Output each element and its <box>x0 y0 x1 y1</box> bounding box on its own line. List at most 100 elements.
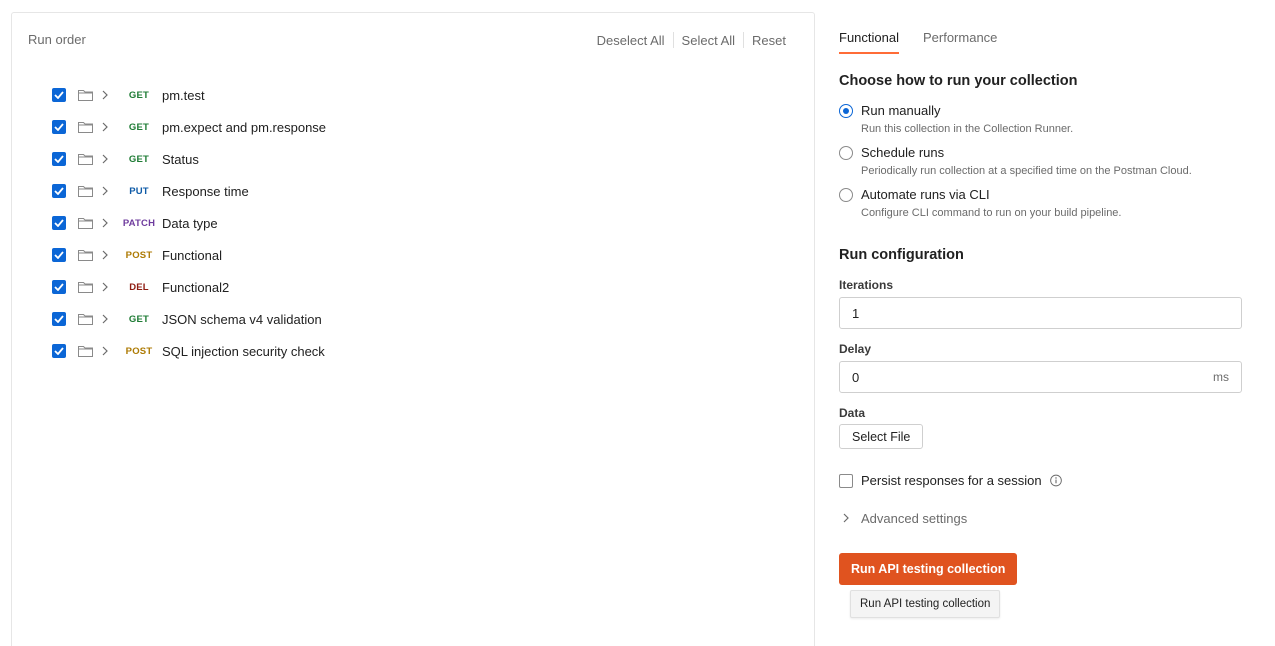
select-all-button[interactable]: Select All <box>674 33 743 48</box>
check-icon <box>54 91 64 99</box>
request-checkbox[interactable] <box>52 344 66 358</box>
request-row[interactable]: POST SQL injection security check <box>52 335 326 367</box>
request-name: pm.test <box>162 87 205 103</box>
persist-responses-label: Persist responses for a session <box>861 473 1042 488</box>
request-row[interactable]: GET JSON schema v4 validation <box>52 303 326 335</box>
check-icon <box>54 347 64 355</box>
request-checkbox[interactable] <box>52 88 66 102</box>
folder-icon <box>78 88 94 102</box>
request-name: Data type <box>162 215 218 231</box>
folder-icon <box>78 344 94 358</box>
request-row[interactable]: DEL Functional2 <box>52 271 326 303</box>
tab-functional[interactable]: Functional <box>839 30 899 54</box>
request-list: GET pm.test GET pm.expect and pm.respons… <box>52 79 326 367</box>
info-icon[interactable] <box>1049 474 1062 487</box>
chevron-right-icon[interactable] <box>102 344 112 358</box>
request-row[interactable]: GET pm.test <box>52 79 326 111</box>
reset-button[interactable]: Reset <box>744 33 794 48</box>
check-icon <box>54 187 64 195</box>
schedule-runs-radio[interactable] <box>839 146 853 160</box>
request-checkbox[interactable] <box>52 184 66 198</box>
request-name: SQL injection security check <box>162 343 325 359</box>
persist-responses-option[interactable]: Persist responses for a session <box>839 473 1062 488</box>
request-row[interactable]: PATCH Data type <box>52 207 326 239</box>
request-name: Response time <box>162 183 249 199</box>
automate-cli-label: Automate runs via CLI <box>861 187 990 202</box>
run-configuration-title: Run configuration <box>839 247 964 263</box>
schedule-runs-description: Periodically run collection at a specifi… <box>861 165 1192 177</box>
automate-cli-radio[interactable] <box>839 188 853 202</box>
delay-unit: ms <box>1213 370 1229 384</box>
check-icon <box>54 123 64 131</box>
deselect-all-button[interactable]: Deselect All <box>589 33 673 48</box>
run-order-title: Run order <box>28 32 86 47</box>
run-order-panel: Run order Deselect All Select All Reset … <box>11 12 815 646</box>
chevron-right-icon[interactable] <box>102 184 112 198</box>
method-badge: GET <box>128 121 150 133</box>
run-collection-button[interactable]: Run API testing collection <box>839 553 1018 585</box>
method-badge: GET <box>128 89 150 101</box>
data-label: Data <box>839 406 866 420</box>
automate-cli-option[interactable]: Automate runs via CLI Configure CLI comm… <box>839 187 1121 219</box>
request-checkbox[interactable] <box>52 312 66 326</box>
request-checkbox[interactable] <box>52 280 66 294</box>
request-checkbox[interactable] <box>52 248 66 262</box>
run-manually-label: Run manually <box>861 103 941 118</box>
schedule-runs-label: Schedule runs <box>861 145 945 160</box>
request-name: Functional <box>162 247 222 263</box>
request-name: Functional2 <box>162 279 230 295</box>
check-icon <box>54 155 64 163</box>
folder-icon <box>78 120 94 134</box>
chevron-right-icon[interactable] <box>102 88 112 102</box>
persist-responses-checkbox[interactable] <box>839 473 853 488</box>
request-name: Status <box>162 151 199 167</box>
check-icon <box>54 251 64 259</box>
request-row[interactable]: PUT Response time <box>52 175 326 207</box>
request-row[interactable]: POST Functional <box>52 239 326 271</box>
request-checkbox[interactable] <box>52 120 66 134</box>
request-row[interactable]: GET Status <box>52 143 326 175</box>
folder-icon <box>78 312 94 326</box>
chevron-right-icon[interactable] <box>102 312 112 326</box>
folder-icon <box>78 216 94 230</box>
chevron-right-icon[interactable] <box>102 152 112 166</box>
chevron-right-icon[interactable] <box>102 248 112 262</box>
request-name: JSON schema v4 validation <box>162 311 322 327</box>
request-row[interactable]: GET pm.expect and pm.response <box>52 111 326 143</box>
method-badge: PATCH <box>122 217 156 229</box>
run-manually-option[interactable]: Run manually Run this collection in the … <box>839 103 1073 135</box>
folder-icon <box>78 248 94 262</box>
run-button-tooltip: Run API testing collection <box>850 590 1001 618</box>
check-icon <box>54 283 64 291</box>
request-checkbox[interactable] <box>52 216 66 230</box>
delay-input[interactable]: 0 ms <box>839 361 1242 393</box>
run-settings-panel: Functional Performance Choose how to run… <box>839 0 1259 646</box>
method-badge: POST <box>125 249 153 261</box>
advanced-settings-label: Advanced settings <box>861 511 968 526</box>
folder-icon <box>78 280 94 294</box>
method-badge: POST <box>125 345 153 357</box>
chevron-right-icon[interactable] <box>102 120 112 134</box>
check-icon <box>54 219 64 227</box>
iterations-value: 1 <box>852 305 860 321</box>
delay-value: 0 <box>852 369 860 385</box>
method-badge: GET <box>128 153 150 165</box>
select-file-button[interactable]: Select File <box>839 424 924 449</box>
method-badge: GET <box>128 313 150 325</box>
run-manually-radio[interactable] <box>839 104 853 118</box>
tab-performance[interactable]: Performance <box>923 30 997 54</box>
check-icon <box>54 315 64 323</box>
run-type-tabs: Functional Performance <box>839 30 1021 54</box>
method-badge: DEL <box>129 281 149 293</box>
request-checkbox[interactable] <box>52 152 66 166</box>
iterations-input[interactable]: 1 <box>839 297 1242 329</box>
run-order-actions: Deselect All Select All Reset <box>589 32 794 48</box>
chevron-right-icon[interactable] <box>102 280 112 294</box>
schedule-runs-option[interactable]: Schedule runs Periodically run collectio… <box>839 145 1192 177</box>
folder-icon <box>78 184 94 198</box>
run-mode-title: Choose how to run your collection <box>839 73 1078 89</box>
chevron-right-icon[interactable] <box>102 216 112 230</box>
advanced-settings-toggle[interactable]: Advanced settings <box>843 511 967 526</box>
method-badge: PUT <box>129 185 149 197</box>
automate-cli-description: Configure CLI command to run on your bui… <box>861 207 1122 219</box>
